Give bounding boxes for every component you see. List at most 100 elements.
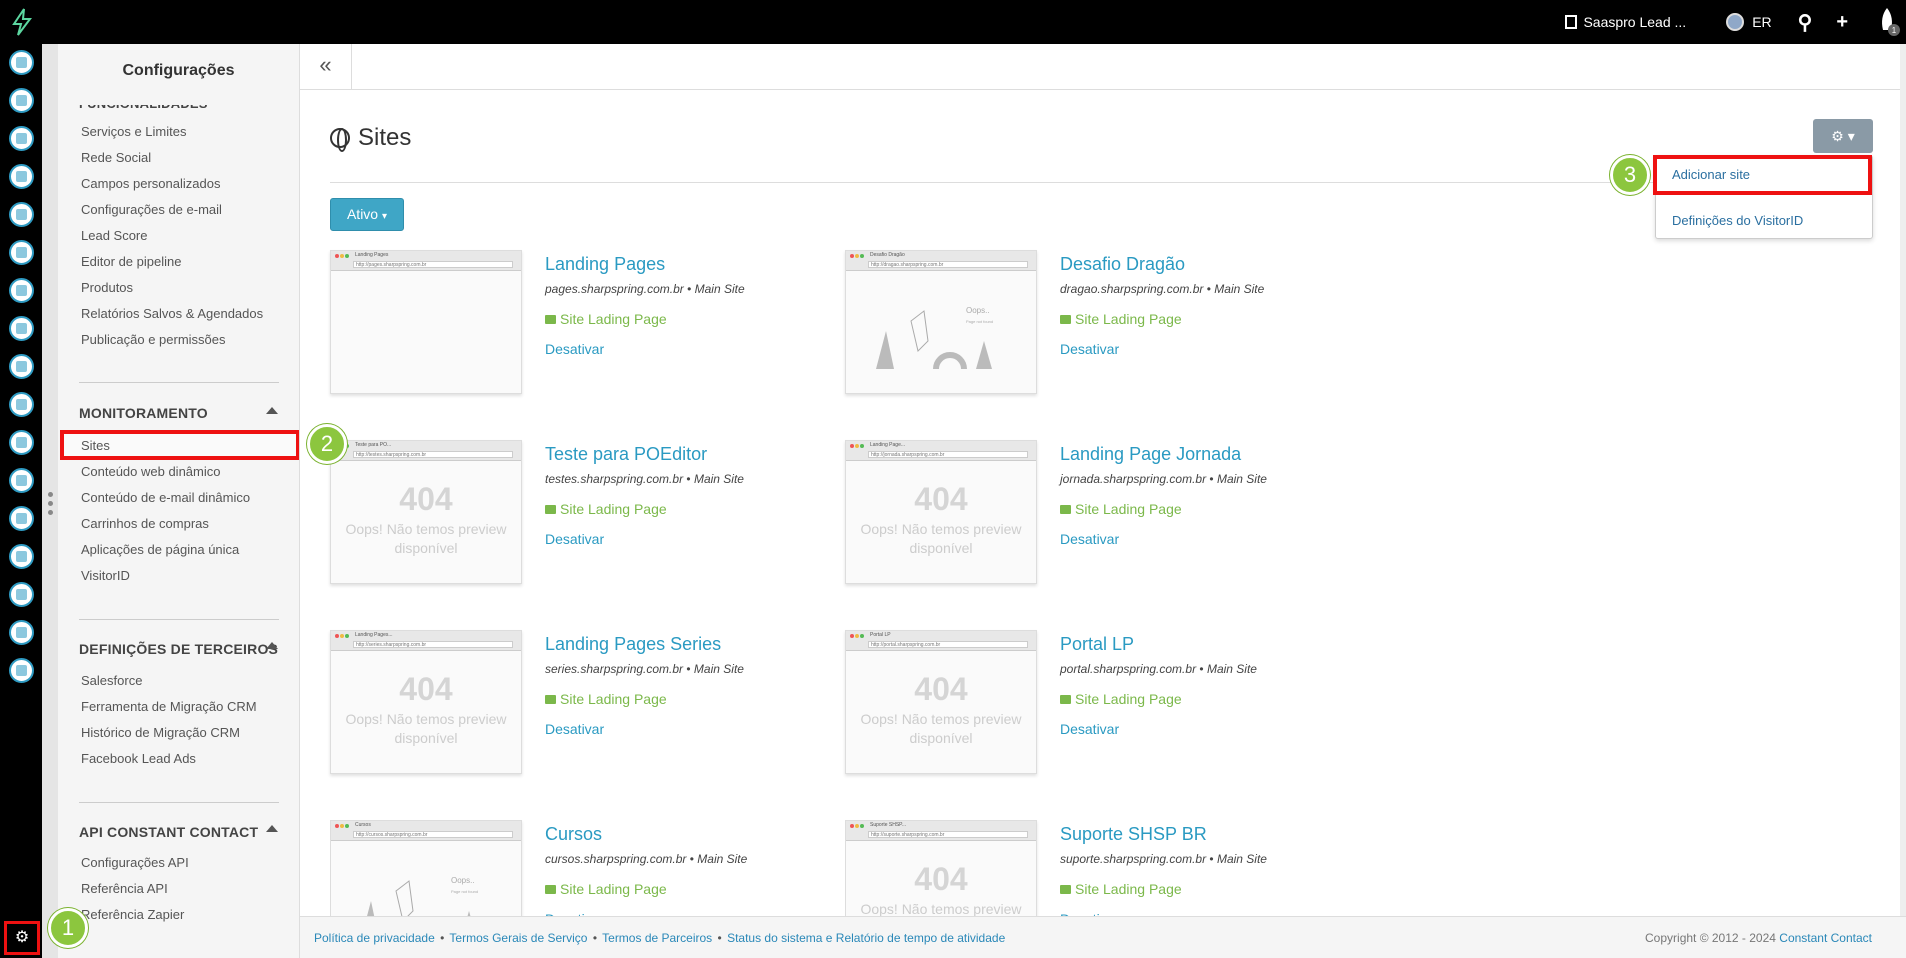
app-logo-icon[interactable] bbox=[6, 6, 38, 38]
sidebar-item-crm-migration[interactable]: Ferramenta de Migração CRM bbox=[81, 699, 257, 714]
gallery-icon[interactable] bbox=[9, 392, 34, 417]
plug-icon[interactable] bbox=[9, 658, 34, 683]
handshake-icon[interactable] bbox=[9, 468, 34, 493]
sidebar-item-dynamic-email[interactable]: Conteúdo de e-mail dinâmico bbox=[81, 490, 250, 505]
sidebar-item-reports[interactable]: Relatórios Salvos & Agendados bbox=[81, 306, 263, 321]
privacy-link[interactable]: Política de privacidade bbox=[314, 931, 435, 945]
site-thumbnail[interactable]: Portal LP http://portal.sharpspring.com.b… bbox=[845, 630, 1037, 774]
site-name-link[interactable]: Suporte SHSP BR bbox=[1060, 824, 1207, 845]
settings-dropdown-button[interactable]: ⚙ ▾ bbox=[1813, 119, 1873, 153]
site-name-link[interactable]: Cursos bbox=[545, 824, 602, 845]
site-card: Landing Pages http://pages.sharpspring.co… bbox=[330, 250, 846, 400]
clipboard-icon[interactable] bbox=[9, 126, 34, 151]
site-thumbnail[interactable]: Teste para PO... http://testes.sharpsprin… bbox=[330, 440, 522, 584]
deactivate-link[interactable]: Desativar bbox=[545, 721, 604, 737]
thumbnail-url: http://pages.sharpspring.com.br bbox=[353, 261, 513, 268]
sidebar-item-social[interactable]: Rede Social bbox=[81, 150, 151, 165]
collapse-sidebar-button[interactable]: « bbox=[300, 44, 352, 90]
sidebar-item-products[interactable]: Produtos bbox=[81, 280, 133, 295]
site-name-link[interactable]: Landing Pages Series bbox=[545, 634, 721, 655]
partner-terms-link[interactable]: Termos de Parceiros bbox=[602, 931, 712, 945]
deactivate-link[interactable]: Desativar bbox=[1060, 341, 1119, 357]
deactivate-link[interactable]: Desativar bbox=[545, 531, 604, 547]
sidebar-item-visitorid[interactable]: VisitorID bbox=[81, 568, 130, 583]
search-icon[interactable]: ⚲ bbox=[1798, 10, 1813, 35]
thumbnail-tab-title: Desafio Dragão bbox=[870, 252, 905, 258]
deactivate-link[interactable]: Desativar bbox=[545, 341, 604, 357]
third-party-heading[interactable]: DEFINIÇÕES DE TERCEIROS bbox=[79, 641, 278, 657]
site-thumbnail[interactable]: Landing Pages... http://series.sharpsprin… bbox=[330, 630, 522, 774]
site-type-link[interactable]: Site Lading Page bbox=[545, 881, 667, 897]
sidebar-item-crm-history[interactable]: Histórico de Migração CRM bbox=[81, 725, 240, 740]
site-card: Portal LP http://portal.sharpspring.com.b… bbox=[845, 630, 1361, 780]
site-name-link[interactable]: Landing Pages bbox=[545, 254, 665, 275]
drag-handle-icon[interactable] bbox=[48, 492, 53, 519]
status-link[interactable]: Status do sistema e Relatório de tempo d… bbox=[727, 931, 1005, 945]
map-icon[interactable] bbox=[9, 164, 34, 189]
site-thumbnail[interactable]: Desafio Dragão http://dragao.sharpspring.… bbox=[845, 250, 1037, 394]
scrollbar[interactable] bbox=[1900, 44, 1906, 916]
top-bar: Saaspro Lead ... ER ⚲ + 1 bbox=[0, 0, 1906, 44]
collapse-caret-icon[interactable] bbox=[266, 407, 278, 414]
sidebar-item-dynamic-web[interactable]: Conteúdo web dinâmico bbox=[81, 464, 220, 479]
deactivate-link[interactable]: Desativar bbox=[1060, 531, 1119, 547]
deactivate-link[interactable]: Desativar bbox=[1060, 721, 1119, 737]
site-name-link[interactable]: Landing Page Jornada bbox=[1060, 444, 1241, 465]
site-type-link[interactable]: Site Lading Page bbox=[1060, 881, 1182, 897]
add-user-icon[interactable] bbox=[9, 582, 34, 607]
site-name-link[interactable]: Desafio Dragão bbox=[1060, 254, 1185, 275]
visitorid-settings-menu-item[interactable]: Definições do VisitorID bbox=[1672, 213, 1803, 228]
site-type-link[interactable]: Site Lading Page bbox=[1060, 311, 1182, 327]
plus-icon[interactable]: + bbox=[1836, 11, 1848, 34]
email-icon[interactable] bbox=[9, 88, 34, 113]
site-type-link[interactable]: Site Lading Page bbox=[545, 501, 667, 517]
support-icon[interactable] bbox=[9, 544, 34, 569]
app-rail bbox=[0, 44, 42, 958]
api-heading[interactable]: API CONSTANT CONTACT bbox=[79, 824, 258, 840]
sidebar-item-lead-score[interactable]: Lead Score bbox=[81, 228, 148, 243]
sidebar-item-services[interactable]: Serviços e Limites bbox=[81, 124, 186, 139]
megaphone-icon[interactable] bbox=[9, 278, 34, 303]
site-type-link[interactable]: Site Lading Page bbox=[545, 691, 667, 707]
site-domain: portal.sharpspring.com.br • Main Site bbox=[1060, 662, 1257, 676]
sidebar-item-api-reference[interactable]: Referência API bbox=[81, 881, 168, 896]
pipeline-icon[interactable] bbox=[9, 202, 34, 227]
sidebar-item-spa[interactable]: Aplicações de página única bbox=[81, 542, 239, 557]
monitoring-heading[interactable]: MONITORAMENTO bbox=[79, 405, 208, 421]
sidebar-item-api-settings[interactable]: Configurações API bbox=[81, 855, 189, 870]
rocket-icon[interactable]: 1 bbox=[1872, 6, 1902, 38]
terms-link[interactable]: Termos Gerais de Serviço bbox=[449, 931, 587, 945]
sidebar-item-facebook-lead-ads[interactable]: Facebook Lead Ads bbox=[81, 751, 196, 766]
status-filter-button[interactable]: Ativo ▾ bbox=[330, 198, 404, 231]
collapse-caret-icon[interactable] bbox=[266, 825, 278, 832]
sidebar-item-email-settings[interactable]: Configurações de e-mail bbox=[81, 202, 222, 217]
sidebar-item-custom-fields[interactable]: Campos personalizados bbox=[81, 176, 220, 191]
calendar-icon[interactable] bbox=[9, 430, 34, 455]
sidebar-item-carts[interactable]: Carrinhos de compras bbox=[81, 516, 209, 531]
sidebar-item-sites[interactable]: Sites bbox=[81, 438, 110, 453]
contacts-icon[interactable] bbox=[9, 50, 34, 75]
sidebar-item-salesforce[interactable]: Salesforce bbox=[81, 673, 142, 688]
sidebar-item-zapier-reference[interactable]: Referência Zapier bbox=[81, 907, 184, 922]
site-thumbnail[interactable]: Cursos http://cursos.sharpspring.com.br Oo… bbox=[330, 820, 522, 916]
account-switcher[interactable]: Saaspro Lead ... bbox=[1565, 14, 1686, 30]
list-icon[interactable] bbox=[9, 240, 34, 265]
site-type-link[interactable]: Site Lading Page bbox=[545, 311, 667, 327]
sidebar-item-pipeline-editor[interactable]: Editor de pipeline bbox=[81, 254, 181, 269]
site-thumbnail[interactable]: Landing Pages http://pages.sharpspring.co… bbox=[330, 250, 522, 394]
site-name-link[interactable]: Teste para POEditor bbox=[545, 444, 707, 465]
site-name-link[interactable]: Portal LP bbox=[1060, 634, 1134, 655]
collapse-caret-icon[interactable] bbox=[266, 642, 278, 649]
site-thumbnail[interactable]: Suporte SHSP... http://suporte.sharpsprin… bbox=[845, 820, 1037, 916]
brand-link[interactable]: Constant Contact bbox=[1779, 931, 1872, 945]
site-thumbnail[interactable]: Landing Page... http://jornada.sharpsprin… bbox=[845, 440, 1037, 584]
bar-chart-icon[interactable] bbox=[9, 620, 34, 645]
site-type-link[interactable]: Site Lading Page bbox=[1060, 501, 1182, 517]
analytics-icon[interactable] bbox=[9, 506, 34, 531]
thumbs-up-icon[interactable] bbox=[9, 354, 34, 379]
settings-gear-button[interactable]: ⚙ bbox=[4, 921, 40, 955]
chat-icon[interactable] bbox=[9, 316, 34, 341]
sidebar-item-publishing[interactable]: Publicação e permissões bbox=[81, 332, 226, 347]
site-type-link[interactable]: Site Lading Page bbox=[1060, 691, 1182, 707]
user-menu[interactable]: ER bbox=[1726, 13, 1772, 31]
